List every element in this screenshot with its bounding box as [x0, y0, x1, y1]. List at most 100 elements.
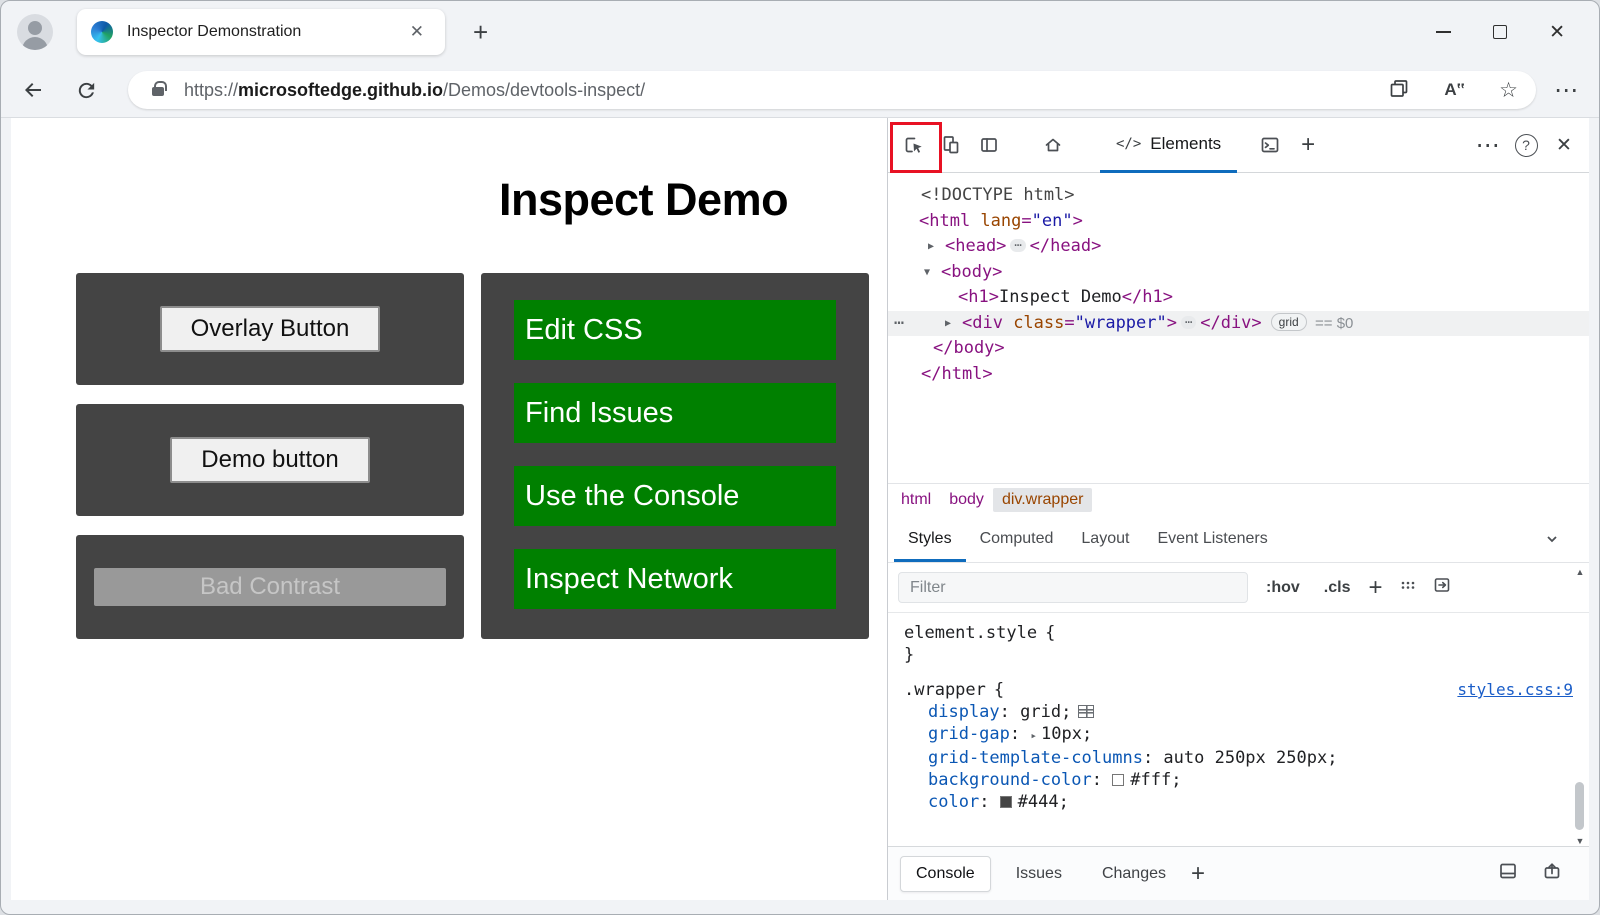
tab-title: Inspector Demonstration: [127, 23, 403, 41]
help-icon[interactable]: ?: [1507, 126, 1545, 164]
dots-grid-icon[interactable]: [1398, 575, 1418, 600]
maximize-icon[interactable]: [1493, 25, 1507, 39]
lock-icon[interactable]: [152, 87, 164, 96]
inspect-element-icon[interactable]: [894, 126, 932, 164]
refresh-icon[interactable]: [75, 79, 98, 102]
bottom-panel-icon[interactable]: [1497, 860, 1519, 887]
css-property-grid-gap[interactable]: grid-gap: ▸10px;: [904, 723, 1573, 747]
inline-style-rule[interactable]: element.style { }: [904, 622, 1573, 666]
overlay-button[interactable]: Overlay Button: [160, 306, 380, 352]
dom-tree-line[interactable]: ▼<body>: [888, 260, 1589, 286]
back-icon[interactable]: [21, 78, 45, 102]
styles-pane: element.style { } .wrapper { styles.css:…: [888, 613, 1589, 846]
filter-input[interactable]: [898, 572, 1248, 603]
tab-elements[interactable]: </> Elements: [1100, 118, 1237, 173]
demo-button[interactable]: Demo button: [170, 437, 370, 483]
devtools-close-icon[interactable]: ✕: [1545, 126, 1583, 164]
console-drawer-icon[interactable]: [1251, 126, 1289, 164]
collections-icon[interactable]: [1388, 77, 1410, 104]
demo-link-button[interactable]: Use the Console: [514, 466, 836, 526]
device-emulation-icon[interactable]: [932, 126, 970, 164]
favorites-star-icon[interactable]: ☆: [1499, 78, 1518, 103]
scroll-up-icon[interactable]: ▲: [1573, 565, 1587, 579]
pseudo-state-button[interactable]: :hov: [1260, 579, 1306, 597]
dom-tree-line[interactable]: <html lang="en">: [888, 209, 1589, 235]
drawer-add-icon[interactable]: +: [1191, 860, 1205, 888]
tab-strip: Inspector Demonstration ✕ + ✕: [1, 1, 1599, 63]
tab-styles[interactable]: Styles: [894, 515, 966, 562]
scroll-down-icon[interactable]: ▼: [1573, 834, 1587, 848]
close-brace: }: [904, 645, 914, 665]
expand-arrow-icon[interactable]: ▶: [928, 234, 945, 260]
demo-link-button[interactable]: Edit CSS: [514, 300, 836, 360]
url-text[interactable]: https://microsoftedge.github.io/Demos/de…: [184, 80, 645, 101]
dom-tree-line[interactable]: ⋯▶<div class="wrapper">⋯</div>grid == $0: [888, 311, 1589, 337]
read-aloud-icon[interactable]: A‟: [1444, 80, 1465, 100]
open-brace: {: [1045, 622, 1055, 644]
tab-layout[interactable]: Layout: [1067, 515, 1143, 562]
open-panel-arrow-icon[interactable]: [1432, 575, 1452, 600]
color-swatch[interactable]: [1112, 774, 1124, 786]
drawer-tab-console[interactable]: Console: [900, 856, 991, 892]
tab-computed[interactable]: Computed: [966, 515, 1068, 562]
color-swatch[interactable]: [1000, 796, 1012, 808]
grid-editor-icon[interactable]: [1078, 705, 1094, 718]
grid-adorner-badge[interactable]: grid: [1271, 313, 1307, 331]
css-property-grid-template-columns[interactable]: grid-template-columns: auto 250px 250px;: [904, 747, 1573, 769]
profile-avatar[interactable]: [17, 14, 53, 50]
web-page: Inspect Demo Overlay Button Demo button …: [11, 118, 887, 900]
expand-shorthand-icon[interactable]: ▸: [1030, 729, 1037, 742]
styles-tab-bar: StylesComputedLayoutEvent Listeners: [888, 515, 1589, 563]
scrollbar-thumb[interactable]: [1575, 782, 1584, 830]
minimize-icon[interactable]: [1436, 31, 1451, 33]
collapsed-content-button[interactable]: ⋯: [1010, 239, 1025, 252]
collapse-arrow-icon[interactable]: ▼: [924, 260, 941, 286]
filter-extra-icons: [1398, 575, 1452, 600]
browser-tab[interactable]: Inspector Demonstration ✕: [77, 9, 445, 55]
drawer-tab-issues[interactable]: Issues: [1001, 857, 1077, 891]
more-options-icon[interactable]: ⋯: [1469, 126, 1507, 164]
element-class-button[interactable]: .cls: [1318, 579, 1357, 597]
new-style-rule-button[interactable]: +: [1368, 574, 1382, 602]
styles-scrollbar[interactable]: ▲ ▼: [1573, 565, 1587, 848]
breadcrumb-item-div-wrapper[interactable]: div.wrapper: [993, 488, 1093, 512]
chevron-down-icon[interactable]: [1543, 530, 1561, 548]
dom-tree-line[interactable]: </body>: [888, 336, 1589, 362]
bad-contrast-button[interactable]: Bad Contrast: [94, 568, 446, 606]
more-actions-icon[interactable]: ⋯: [894, 311, 904, 337]
overlay-button-box: Overlay Button: [76, 273, 464, 385]
stylesheet-source-link[interactable]: styles.css:9: [1457, 679, 1573, 701]
avatar-body-icon: [22, 37, 48, 50]
expand-arrow-icon[interactable]: ▶: [945, 311, 962, 337]
breadcrumb-item-html[interactable]: html: [892, 488, 940, 512]
window-close-icon[interactable]: ✕: [1549, 23, 1565, 42]
expand-drawer-icon[interactable]: [1541, 860, 1563, 887]
css-property-color[interactable]: color: #444;: [904, 791, 1573, 813]
bad-contrast-box: Bad Contrast: [76, 535, 464, 639]
css-property-background-color[interactable]: background-color: #fff;: [904, 769, 1573, 791]
breadcrumb-item-body[interactable]: body: [940, 488, 993, 512]
demo-link-button[interactable]: Inspect Network: [514, 549, 836, 609]
browser-window: Inspector Demonstration ✕ + ✕ https://mi…: [0, 0, 1600, 915]
address-bar[interactable]: https://microsoftedge.github.io/Demos/de…: [128, 71, 1536, 109]
dock-side-panel-icon[interactable]: [970, 126, 1008, 164]
browser-settings-icon[interactable]: ⋯: [1554, 76, 1579, 105]
home-icon[interactable]: [1034, 126, 1072, 164]
dom-tree: <!DOCTYPE html><html lang="en">▶<head>⋯<…: [888, 173, 1589, 483]
tab-close-icon[interactable]: ✕: [403, 20, 431, 44]
url-path: /Demos/devtools-inspect/: [443, 80, 645, 100]
drawer-tab-changes[interactable]: Changes: [1087, 857, 1181, 891]
new-tab-button[interactable]: +: [473, 17, 488, 48]
dom-tree-line[interactable]: </html>: [888, 362, 1589, 388]
devtools-toolbar: </> Elements + ⋯ ? ✕: [888, 118, 1589, 173]
demo-link-button[interactable]: Find Issues: [514, 383, 836, 443]
dom-tree-line[interactable]: <h1>Inspect Demo</h1>: [888, 285, 1589, 311]
css-property-display[interactable]: display: grid;: [904, 701, 1573, 723]
collapsed-content-button[interactable]: ⋯: [1181, 316, 1196, 329]
add-tab-icon[interactable]: +: [1289, 126, 1327, 164]
wrapper-style-rule[interactable]: .wrapper { styles.css:9 display: grid;gr…: [904, 679, 1573, 813]
tab-event-listeners[interactable]: Event Listeners: [1143, 515, 1281, 562]
dom-tree-line[interactable]: ▶<head>⋯</head>: [888, 234, 1589, 260]
wrapper-props: display: grid;grid-gap: ▸10px;grid-templ…: [904, 701, 1573, 813]
dom-tree-line[interactable]: <!DOCTYPE html>: [888, 183, 1589, 209]
